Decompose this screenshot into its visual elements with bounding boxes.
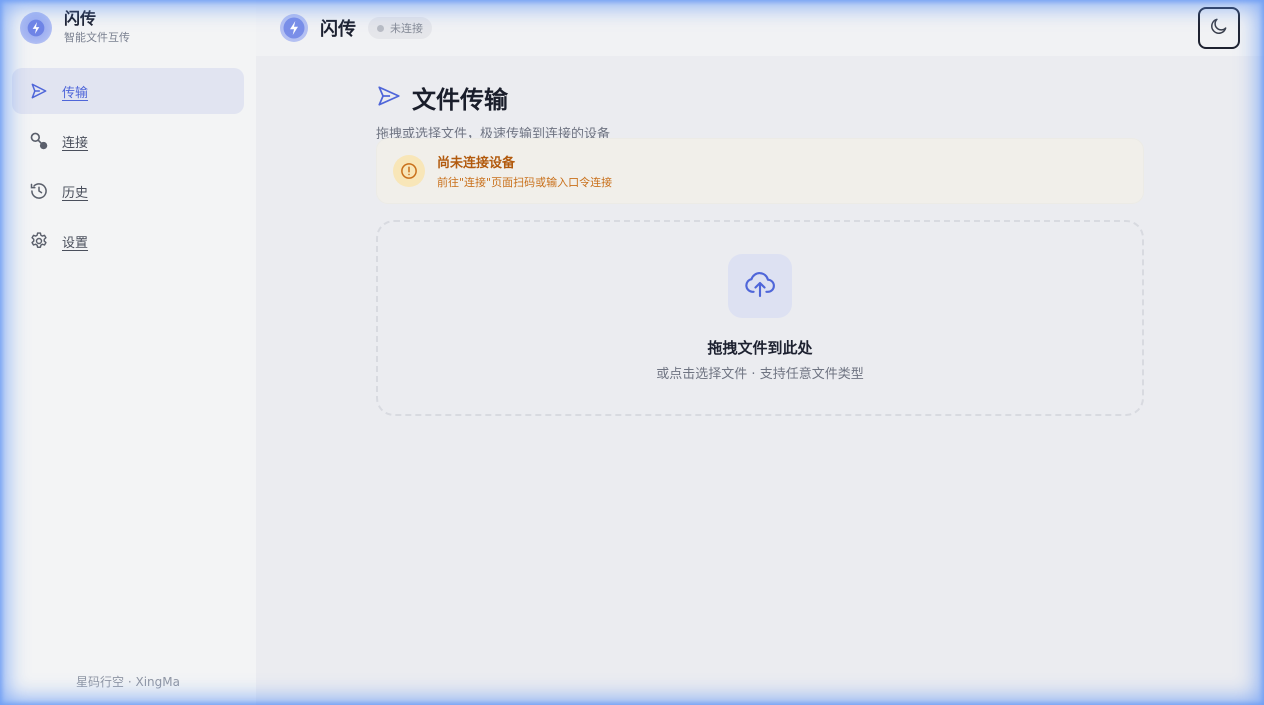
- warning-icon: [393, 155, 425, 187]
- header: 闪传 未连接: [256, 0, 1264, 56]
- brand: 闪传 智能文件互传: [20, 9, 130, 46]
- warning-title: 尚未连接设备: [437, 156, 516, 171]
- cloud-upload-icon: [743, 267, 777, 305]
- dropzone-subtitle: 或点击选择文件 · 支持任意文件类型: [656, 367, 864, 382]
- send-icon: [28, 80, 50, 102]
- app-logo-icon: [20, 11, 52, 44]
- sidebar-item-connect[interactable]: 连接: [12, 118, 244, 164]
- status-badge: 未连接: [368, 17, 432, 39]
- sidebar-item-label: 设置: [62, 235, 89, 251]
- sidebar-item-transfer[interactable]: 传输: [12, 68, 244, 114]
- sidebar-nav: 传输 连接 历史 设置: [12, 68, 244, 268]
- status-text: 未连接: [390, 22, 423, 35]
- send-icon: [376, 83, 402, 113]
- sidebar-item-history[interactable]: 历史: [12, 168, 244, 214]
- gear-icon: [28, 230, 50, 252]
- link-nodes-icon: [28, 130, 50, 152]
- sidebar-footer: 星码行空 · XingMa: [76, 675, 180, 689]
- dropzone-title: 拖拽文件到此处: [707, 339, 813, 357]
- sidebar-item-label: 历史: [62, 185, 89, 201]
- app-subtitle: 智能文件互传: [64, 31, 130, 44]
- page-title: 文件传输: [412, 86, 508, 114]
- sidebar-item-settings[interactable]: 设置: [12, 218, 244, 264]
- history-icon: [28, 180, 50, 202]
- sidebar: 闪传 智能文件互传 传输 连接 历史 设置 星码行空 · XingMa: [0, 0, 256, 705]
- upload-tile: [728, 254, 792, 318]
- status-dot-icon: [377, 24, 384, 32]
- header-logo-icon: [280, 14, 308, 42]
- file-dropzone[interactable]: 拖拽文件到此处 或点击选择文件 · 支持任意文件类型: [376, 220, 1144, 416]
- warning-description: 前往"连接"页面扫码或输入口令连接: [437, 176, 613, 189]
- main-content: 文件传输 拖拽或选择文件，极速传输到连接的设备 尚未连接设备 前往"连接"页面扫…: [256, 56, 1264, 705]
- sidebar-item-label: 连接: [62, 135, 89, 151]
- connection-warning: 尚未连接设备 前往"连接"页面扫码或输入口令连接: [376, 138, 1144, 204]
- header-title: 闪传: [320, 19, 356, 40]
- moon-icon: [1209, 16, 1229, 40]
- app-name: 闪传: [64, 9, 97, 28]
- theme-toggle-button[interactable]: [1198, 7, 1240, 49]
- sidebar-item-label: 传输: [62, 85, 89, 101]
